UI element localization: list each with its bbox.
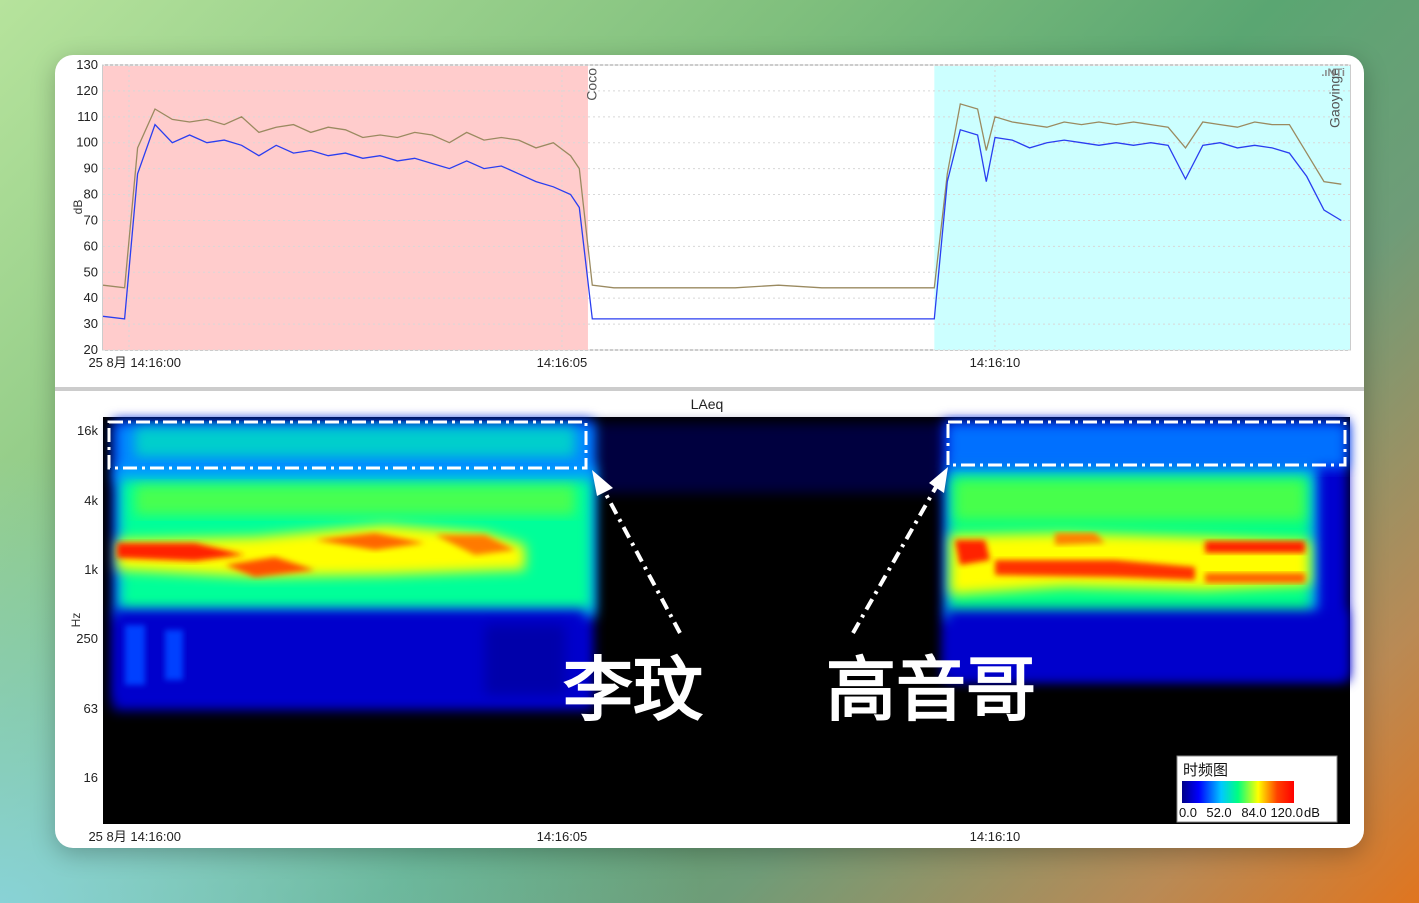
level-ytick-label: 50 [84,264,98,279]
annotation-speaker1: 李玟 [563,651,704,729]
chart-card: 130 120 110 100 90 80 70 60 50 40 30 20 25 8月 14:16… [55,55,1364,848]
legend-tick-1: 52.0 [1206,805,1231,820]
spectrogram-title: LAeq [691,396,724,412]
spectrogram-xtick-label: 25 8月 14:16:00 [88,829,181,844]
legend-title: 时频图 [1183,762,1228,779]
spectrogram-ytick-label: 16 [84,770,98,785]
legend-tick-3: 120.0 [1270,805,1303,820]
legend-tick-2: 84.0 [1241,805,1266,820]
level-ytick-label: 40 [84,290,98,305]
level-ytick-label: 90 [84,161,98,176]
legend-tick-0: 0.0 [1179,805,1197,820]
level-xtick-label: 25 8月 14:16:00 [88,355,181,370]
spectrogram-ytick-label: 1k [84,562,98,577]
segment-region-2 [934,66,1350,350]
level-xtick-label: 14:16:10 [970,355,1021,370]
spectrogram-xtick-label: 14:16:05 [537,829,588,844]
legend-gradient [1182,781,1294,803]
spectrogram-segment-2 [943,420,1348,680]
panel-divider [55,387,1364,391]
colorbar-legend: 时频图 0.0 52.0 84.0 120.0 dB [1176,755,1338,823]
level-chart: 1301201101009080706050403020 25 8月 14:16… [71,57,1351,370]
level-ytick-label: 100 [76,135,98,150]
annotation-speaker2: 高音哥 [826,651,1036,729]
logo: .ıNTi [1321,67,1345,79]
spectrogram-xtick-label: 14:16:10 [970,829,1021,844]
level-ytick-label: 120 [76,83,98,98]
level-ytick-label: 70 [84,212,98,227]
spectrogram-ytick-label: 16k [77,423,98,438]
level-ytick-label: 80 [84,187,98,202]
chart-svg: 1301201101009080706050403020 25 8月 14:16… [55,57,1364,844]
spectrogram-chart: LAeq 16k4k1k2506316 25 8月 14:16:00 14:16… [69,396,1350,844]
level-ytick-label: 130 [76,57,98,72]
level-ytick-label: 110 [77,109,98,124]
level-ylabel: dB [71,200,85,215]
segment-label-coco: Coco [584,68,600,101]
segment-region-1 [103,66,588,350]
level-ytick-label: 30 [84,316,98,331]
spectrogram-ytick-label: 4k [84,493,98,508]
level-xtick-label: 14:16:05 [537,355,588,370]
spectrogram-ytick-label: 63 [84,701,98,716]
spectrogram-segment-1 [113,420,595,710]
legend-unit: dB [1304,805,1320,820]
spectrogram-ytick-label: 250 [76,631,98,646]
spectrogram-ylabel: Hz [69,613,83,628]
level-ytick-label: 60 [84,238,98,253]
